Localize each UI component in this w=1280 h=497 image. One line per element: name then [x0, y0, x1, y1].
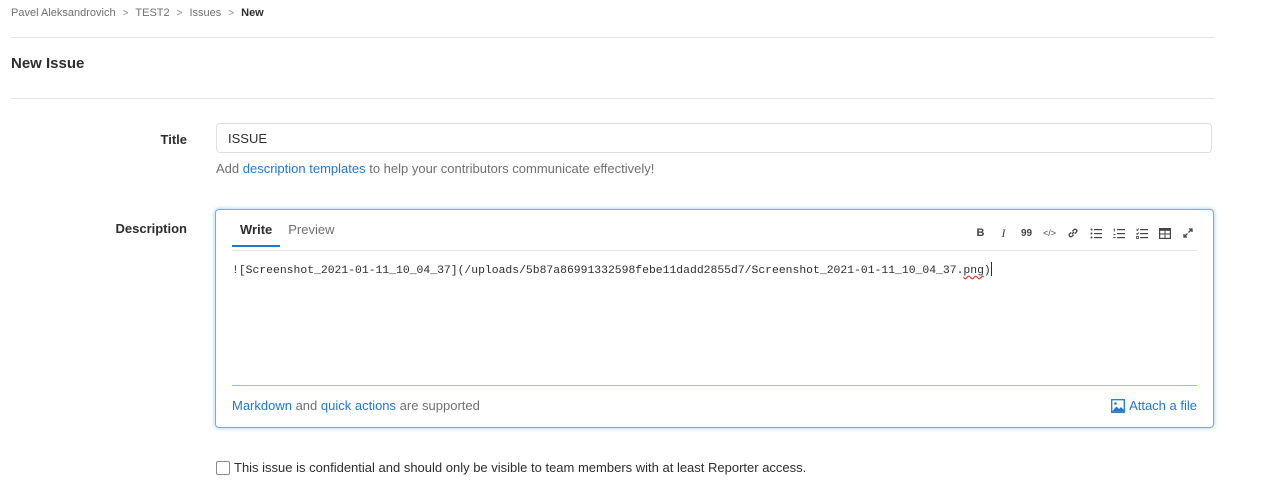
image-icon: [1111, 398, 1126, 413]
table-icon[interactable]: [1153, 225, 1176, 241]
tabs-divider: [232, 250, 1197, 251]
numbered-list-icon[interactable]: [1107, 225, 1130, 241]
description-text-end: ): [983, 265, 991, 277]
and-text: and: [291, 398, 321, 413]
quote-icon[interactable]: 99: [1015, 225, 1038, 241]
description-templates-help: Add description templates to help your c…: [216, 161, 654, 176]
description-templates-link[interactable]: description templates: [243, 161, 366, 176]
italic-icon[interactable]: I: [992, 225, 1015, 241]
confidential-checkbox[interactable]: [216, 460, 230, 475]
page-title: New Issue: [11, 55, 85, 72]
attach-file-button[interactable]: Attach a file: [1111, 398, 1197, 413]
link-icon[interactable]: [1061, 225, 1084, 241]
confidential-option: This issue is confidential and should on…: [216, 460, 806, 475]
title-divider: [11, 98, 1214, 99]
tab-preview[interactable]: Preview: [280, 220, 342, 247]
breadcrumb-separator: >: [228, 7, 235, 19]
task-list-icon[interactable]: [1130, 225, 1153, 241]
tab-write[interactable]: Write: [232, 220, 281, 247]
breadcrumb-current: New: [241, 7, 264, 19]
markdown-support-note: Markdown and quick actions are supported: [232, 398, 480, 413]
help-suffix: to help your contributors communicate ef…: [365, 161, 655, 176]
description-text-misspelled: png: [963, 265, 984, 277]
editor-footer-divider: [232, 385, 1197, 386]
code-icon[interactable]: </>: [1038, 225, 1061, 241]
text-caret: [990, 262, 992, 276]
confidential-label[interactable]: This issue is confidential and should on…: [234, 460, 806, 475]
breadcrumb: Pavel Aleksandrovich > TEST2 > Issues > …: [11, 7, 264, 19]
quick-actions-link[interactable]: quick actions: [321, 398, 396, 413]
fullscreen-icon[interactable]: [1176, 225, 1199, 241]
help-prefix: Add: [216, 161, 243, 176]
title-input[interactable]: [216, 123, 1212, 153]
markdown-link[interactable]: Markdown: [232, 398, 292, 413]
breadcrumb-issues[interactable]: Issues: [189, 7, 221, 19]
breadcrumb-separator: >: [122, 7, 129, 19]
bullet-list-icon[interactable]: [1084, 225, 1107, 241]
bold-icon[interactable]: B: [969, 225, 992, 241]
title-label: Title: [160, 132, 188, 147]
breadcrumb-project[interactable]: TEST2: [135, 7, 169, 19]
description-textarea[interactable]: ![Screenshot_2021-01-11_10_04_37](/uploa…: [232, 262, 1192, 372]
header-divider: [11, 37, 1214, 38]
description-label: Description: [115, 221, 187, 236]
description-text: ![Screenshot_2021-01-11_10_04_37](/uploa…: [232, 265, 964, 277]
description-editor: Write Preview B I 99 </> ![Screenshot_20…: [215, 209, 1214, 428]
editor-footer: Markdown and quick actions are supported…: [232, 398, 1197, 413]
editor-tabs: Write Preview: [232, 220, 343, 251]
attach-file-label: Attach a file: [1129, 398, 1197, 413]
supported-text: are supported: [396, 398, 480, 413]
markdown-toolbar: B I 99 </>: [969, 225, 1199, 241]
breadcrumb-user[interactable]: Pavel Aleksandrovich: [11, 7, 116, 19]
breadcrumb-separator: >: [176, 7, 183, 19]
